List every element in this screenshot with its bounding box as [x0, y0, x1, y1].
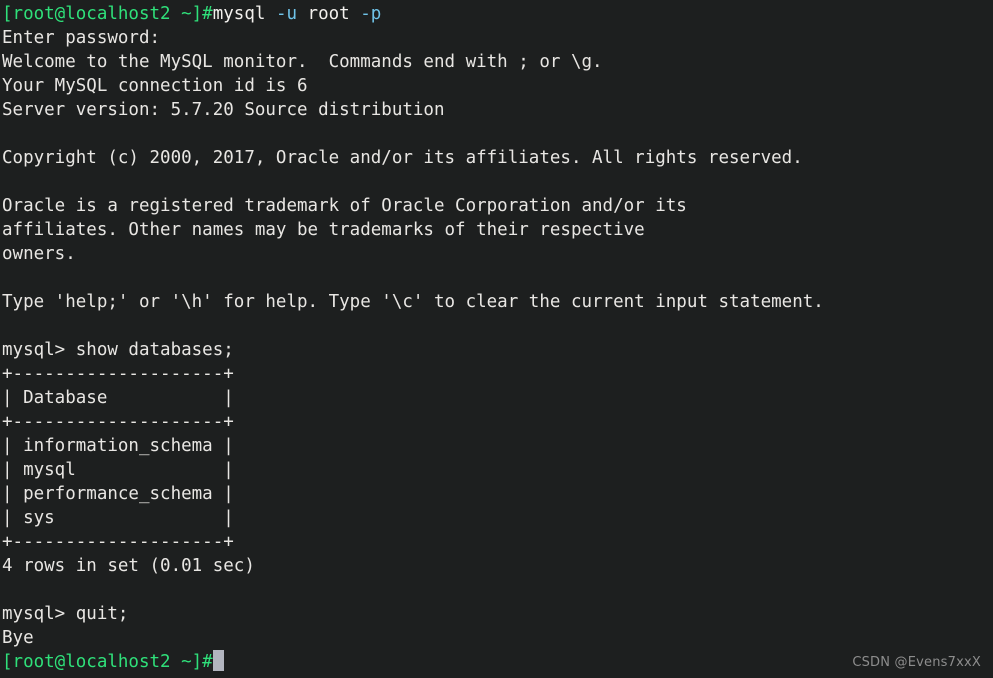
line-copyright: Copyright (c) 2000, 2017, Oracle and/or …	[2, 146, 993, 170]
line-trademark-3: owners.	[2, 242, 993, 266]
line-blank-5-text	[2, 580, 13, 600]
line-final-prompt: [root@localhost2 ~]#	[2, 650, 993, 674]
line-command-show-databases-text: mysql> show databases;	[2, 340, 234, 360]
line-command-mysql-text: -u	[275, 4, 308, 24]
line-trademark-1-text: Oracle is a registered trademark of Orac…	[2, 196, 687, 216]
line-welcome: Welcome to the MySQL monitor. Commands e…	[2, 50, 993, 74]
line-blank-3	[2, 266, 993, 290]
line-table-top-border-text: +--------------------+	[2, 364, 234, 384]
line-table-header-border-text: +--------------------+	[2, 412, 234, 432]
line-bye-text: Bye	[2, 628, 34, 648]
line-blank-1	[2, 122, 993, 146]
line-command-mysql-text: -p	[360, 4, 382, 24]
terminal-window[interactable]: [root@localhost2 ~]#mysql -u root -p Ente…	[0, 0, 993, 678]
line-command-mysql-text: mysql	[212, 4, 276, 24]
line-table-row-sys-text: | sys |	[2, 508, 234, 528]
line-command-mysql-text: [root@localhost2 ~]#	[2, 4, 213, 24]
line-connection-id-text: Your MySQL connection id is 6	[2, 76, 308, 96]
line-blank-2-text	[2, 172, 13, 192]
line-table-bottom-border: +--------------------+	[2, 530, 993, 554]
line-table-top-border: +--------------------+	[2, 362, 993, 386]
line-table-header-text: | Database |	[2, 388, 234, 408]
line-command-quit: mysql> quit;	[2, 602, 993, 626]
line-blank-5	[2, 578, 993, 602]
line-welcome-text: Welcome to the MySQL monitor. Commands e…	[2, 52, 603, 72]
line-command-mysql: [root@localhost2 ~]#mysql -u root -p	[2, 2, 993, 26]
line-table-row-sys: | sys |	[2, 506, 993, 530]
terminal-output: [root@localhost2 ~]#mysql -u root -p Ente…	[2, 2, 993, 674]
line-table-row-mysql: | mysql |	[2, 458, 993, 482]
text-cursor[interactable]	[212, 650, 225, 671]
line-blank-2	[2, 170, 993, 194]
line-connection-id: Your MySQL connection id is 6	[2, 74, 993, 98]
line-table-row-information-schema: | information_schema |	[2, 434, 993, 458]
line-table-row-performance-schema: | performance_schema |	[2, 482, 993, 506]
line-copyright-text: Copyright (c) 2000, 2017, Oracle and/or …	[2, 148, 803, 168]
line-trademark-2: affiliates. Other names may be trademark…	[2, 218, 993, 242]
line-final-prompt-text: [root@localhost2 ~]#	[2, 652, 213, 672]
line-blank-4-text	[2, 316, 13, 336]
line-server-version: Server version: 5.7.20 Source distributi…	[2, 98, 993, 122]
line-table-header: | Database |	[2, 386, 993, 410]
line-server-version-text: Server version: 5.7.20 Source distributi…	[2, 100, 445, 120]
line-blank-4	[2, 314, 993, 338]
line-rows-in-set: 4 rows in set (0.01 sec)	[2, 554, 993, 578]
line-bye: Bye	[2, 626, 993, 650]
line-table-row-information-schema-text: | information_schema |	[2, 436, 234, 456]
line-table-row-mysql-text: | mysql |	[2, 460, 234, 480]
line-help-hint-text: Type 'help;' or '\h' for help. Type '\c'…	[2, 292, 824, 312]
line-table-header-border: +--------------------+	[2, 410, 993, 434]
line-enter-password: Enter password:	[2, 26, 993, 50]
line-command-mysql-text: root	[307, 4, 361, 24]
line-trademark-1: Oracle is a registered trademark of Orac…	[2, 194, 993, 218]
line-rows-in-set-text: 4 rows in set (0.01 sec)	[2, 556, 255, 576]
line-command-quit-text: mysql> quit;	[2, 604, 129, 624]
line-trademark-3-text: owners.	[2, 244, 76, 264]
line-table-bottom-border-text: +--------------------+	[2, 532, 234, 552]
line-blank-1-text	[2, 124, 13, 144]
line-trademark-2-text: affiliates. Other names may be trademark…	[2, 220, 645, 240]
line-command-show-databases: mysql> show databases;	[2, 338, 993, 362]
line-table-row-performance-schema-text: | performance_schema |	[2, 484, 234, 504]
line-blank-3-text	[2, 268, 13, 288]
line-enter-password-text: Enter password:	[2, 28, 161, 48]
line-help-hint: Type 'help;' or '\h' for help. Type '\c'…	[2, 290, 993, 314]
csdn-watermark: CSDN @Evens7xxX	[852, 655, 981, 670]
